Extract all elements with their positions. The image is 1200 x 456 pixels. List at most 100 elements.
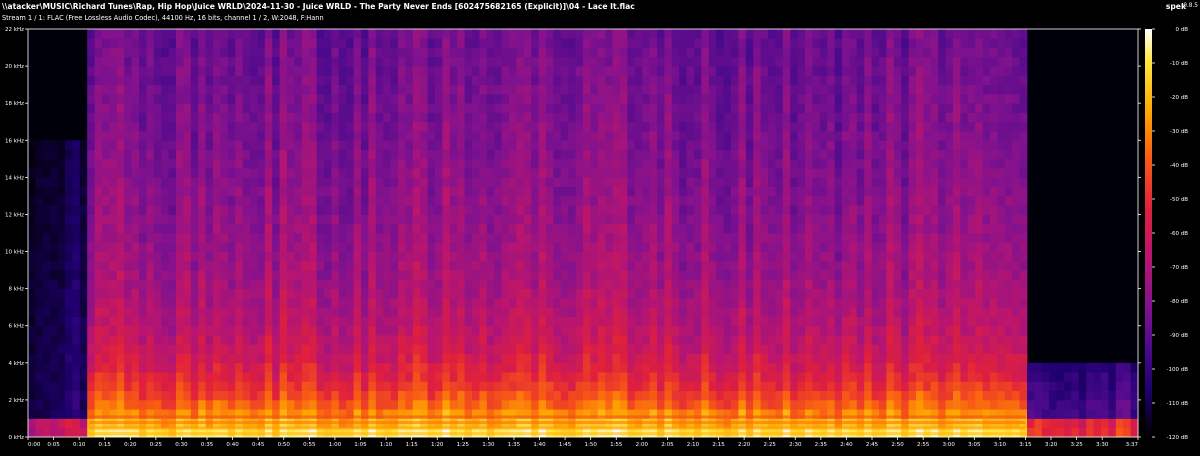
spectrogram-cell: [316, 158, 325, 169]
spectrogram-cell: [65, 381, 73, 392]
spectrogram-cell: [745, 56, 754, 67]
spectrogram-cell: [686, 103, 695, 113]
spectrogram-cell: [560, 140, 569, 150]
spectrogram-cell: [301, 47, 310, 58]
spectrogram-cell: [568, 84, 576, 95]
spectrogram-cell: [324, 84, 332, 95]
spectrogram-cell: [287, 325, 295, 336]
spectrogram-cell: [790, 93, 798, 104]
spectrogram-cell: [398, 223, 406, 234]
spectrogram-cell: [264, 399, 273, 410]
spectrogram-cell: [361, 168, 369, 178]
spectrogram-cell: [479, 372, 488, 382]
spectrogram-cell: [287, 297, 295, 308]
spectrogram-cell: [72, 186, 81, 197]
spectrogram-cell: [435, 214, 443, 225]
spectrogram-cell: [479, 158, 488, 169]
spectrogram-cell: [139, 66, 147, 76]
spectrogram-cell: [57, 233, 66, 243]
spectrogram-cell: [87, 205, 95, 215]
spectrogram-cell: [671, 251, 680, 262]
spectrogram-cell: [375, 186, 384, 197]
spectrogram-cell: [139, 362, 147, 373]
spectrogram-cell: [383, 149, 391, 160]
spectrogram-cell: [316, 149, 325, 160]
spectrogram-cell: [227, 140, 236, 150]
spectrogram-cell: [634, 307, 643, 317]
spectrogram-cell: [790, 195, 798, 206]
spectrogram-cell: [405, 381, 414, 392]
spectrogram-cell: [509, 260, 517, 271]
spectrogram-cell: [250, 121, 258, 132]
spectrogram-cell: [583, 140, 591, 150]
spectrogram-column: [849, 29, 858, 438]
spectrogram-cell: [390, 362, 399, 373]
spectrogram-cell: [346, 131, 354, 141]
spectrogram-cell: [856, 158, 865, 169]
spectrogram-cell: [420, 279, 428, 290]
spectrogram-cell: [331, 381, 340, 392]
spectrogram-cell: [87, 158, 95, 169]
spectrogram-cell: [457, 288, 465, 299]
spectrogram-column: [324, 29, 332, 438]
spectrogram-cell: [390, 140, 399, 150]
spectrogram-cell: [309, 307, 317, 317]
spectrogram-cell: [242, 242, 251, 252]
spectrogram-cell: [331, 242, 340, 252]
spectrogram-column: [361, 29, 369, 438]
spectrogram-cell: [716, 140, 724, 150]
spectrogram-cell: [671, 47, 680, 58]
spectrogram-cell: [131, 372, 140, 382]
spectrogram-cell: [753, 149, 761, 160]
spectrogram-cell: [375, 177, 384, 188]
spectrogram-cell: [731, 205, 739, 215]
spectrogram-cell: [745, 47, 754, 58]
spectrogram-cell: [575, 121, 584, 132]
spectrogram-cell: [805, 158, 813, 169]
spectrogram-cell: [102, 260, 110, 271]
spectrogram-cell: [501, 140, 510, 150]
spectrogram-cell: [612, 112, 621, 123]
spectrogram-cell: [213, 251, 221, 262]
spectrogram-cell: [819, 288, 828, 299]
spectrogram-cell: [102, 233, 110, 243]
spectrogram-cell: [538, 214, 547, 225]
spectrogram-cell: [109, 381, 118, 392]
spectrogram-cell: [183, 103, 192, 113]
spectrogram-cell: [227, 93, 236, 104]
spectrogram-cell: [383, 121, 391, 132]
spectrogram-cell: [827, 177, 835, 188]
spectrogram-cell: [694, 260, 702, 271]
spectrogram-cell: [731, 29, 739, 39]
spectrogram-cell: [538, 84, 547, 95]
spectrogram-cell: [560, 270, 569, 280]
spectrogram-cell: [398, 158, 406, 169]
spectrogram-cell: [242, 279, 251, 290]
spectrogram-cell: [338, 84, 347, 95]
spectrogram-cell: [28, 353, 36, 364]
spectrogram-cell: [213, 66, 221, 76]
spectrogram-view[interactable]: 0 kHz2 kHz4 kHz6 kHz8 kHz10 kHz12 kHz14 …: [0, 0, 1200, 456]
spectrogram-cell: [272, 260, 280, 271]
spectrogram-cell: [531, 381, 539, 392]
spectrogram-cell: [805, 93, 813, 104]
spectrogram-cell: [738, 233, 747, 243]
spectrogram-cell: [731, 121, 739, 132]
spectrogram-cell: [361, 297, 369, 308]
spectrogram-cell: [398, 381, 406, 392]
spectrogram-cell: [316, 29, 325, 39]
spectrogram-cell: [139, 158, 147, 169]
spectrogram-cell: [834, 372, 843, 382]
spectrogram-cell: [679, 307, 687, 317]
spectrogram-cell: [819, 56, 828, 67]
spectrogram-cell: [842, 131, 850, 141]
spectrogram-cell: [553, 75, 562, 86]
spectrogram-cell: [28, 214, 36, 225]
spectrogram-cell: [420, 47, 428, 58]
spectrogram-cell: [775, 372, 784, 382]
spectrogram-cell: [546, 372, 554, 382]
spectrogram-cell: [605, 29, 613, 39]
spectrogram-cell: [849, 399, 858, 410]
spectrogram-cell: [664, 362, 673, 373]
spectrogram-column: [523, 29, 532, 438]
